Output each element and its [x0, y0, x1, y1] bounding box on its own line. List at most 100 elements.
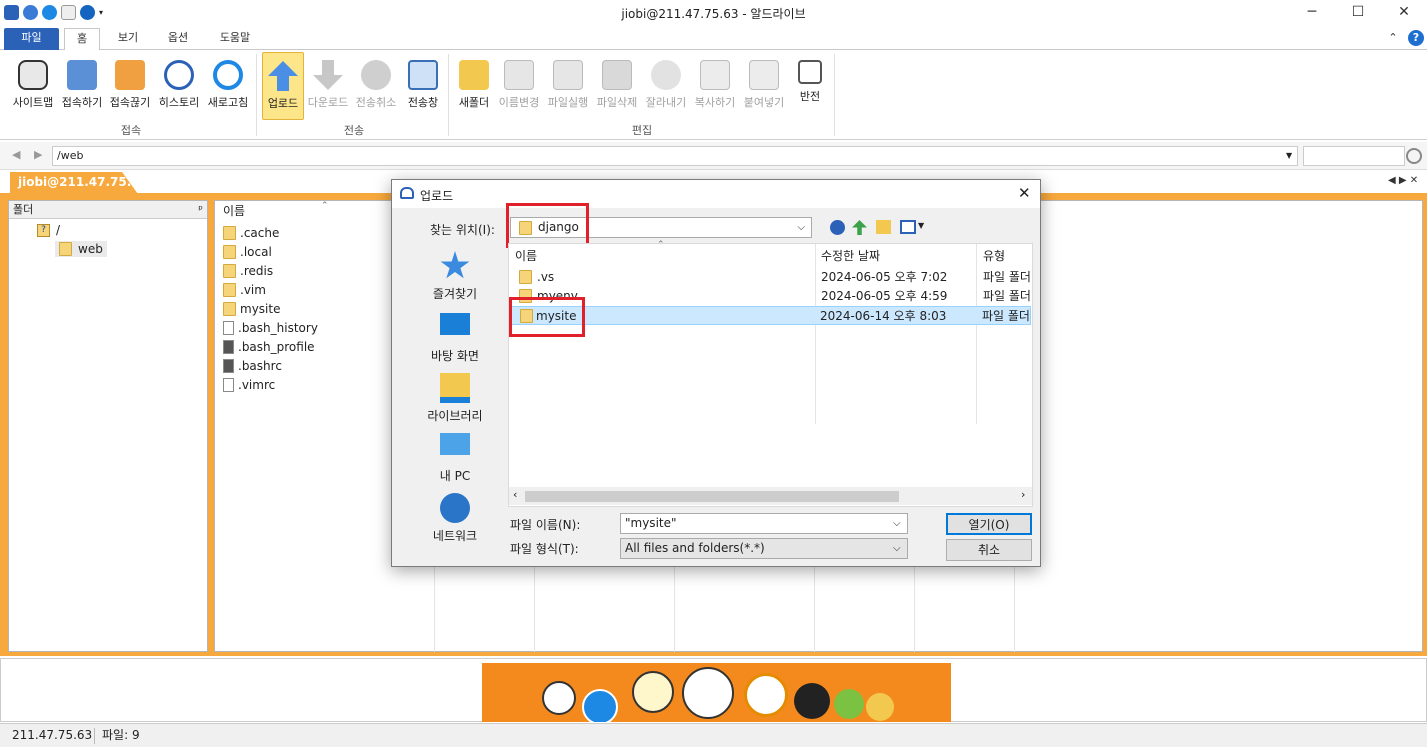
chevron-down-icon: ⌵ — [893, 543, 901, 554]
edit-group-label: 편집 — [631, 124, 653, 137]
file-item-redis[interactable]: .redis — [223, 262, 273, 280]
dialog-close-button[interactable]: ✕ — [1018, 184, 1031, 202]
file-icon — [223, 321, 234, 335]
rename-button[interactable]: 이름변경 — [496, 52, 542, 120]
plug-icon — [67, 60, 97, 90]
transfer-window-button[interactable]: 전송창 — [402, 52, 444, 120]
tree-item-web[interactable]: web — [55, 241, 107, 257]
forward-arrow-icon[interactable]: ▶ — [34, 148, 42, 161]
tab-options[interactable]: 옵션 — [158, 28, 198, 50]
script-file-icon — [223, 359, 234, 373]
view-menu-icon[interactable] — [900, 220, 916, 234]
address-bar: ◀ ▶ /web ▼ — [0, 142, 1427, 170]
paste-icon — [749, 60, 779, 90]
filename-input[interactable]: "mysite" ⌵ — [620, 513, 908, 534]
folder-tree-pane: 폴더 ᵖ ? / web — [8, 200, 208, 652]
computer-icon — [440, 433, 470, 455]
script-file-icon — [223, 340, 234, 354]
col-modified[interactable]: 수정한 날짜 — [821, 247, 880, 264]
tree-root[interactable]: ? / — [37, 223, 60, 237]
tab-view[interactable]: 보기 — [108, 28, 148, 50]
filename-label: 파일 이름(N): — [510, 518, 581, 532]
session-tab[interactable]: jiobi@211.47.75.63 — [10, 172, 138, 194]
up-folder-icon[interactable] — [852, 220, 867, 235]
file-row[interactable]: .vs 2024-06-05 오후 7:02 파일 폴더 — [511, 268, 1031, 287]
new-folder-icon[interactable] — [876, 220, 891, 234]
minimize-button[interactable]: ─ — [1289, 0, 1335, 26]
folder-icon — [223, 302, 236, 316]
scroll-right-icon[interactable]: › — [1021, 488, 1025, 501]
search-input[interactable] — [1303, 146, 1405, 166]
copy-button[interactable]: 복사하기 — [692, 52, 738, 120]
help-icon[interactable]: ? — [1408, 30, 1424, 46]
ad-image[interactable] — [482, 663, 951, 722]
place-desktop[interactable]: 바탕 화면 — [402, 313, 508, 364]
invert-icon — [798, 60, 822, 84]
tab-file[interactable]: 파일 — [4, 28, 59, 50]
path-input[interactable]: /web — [52, 146, 1298, 166]
status-ip: 211.47.75.63 — [12, 728, 93, 742]
connect-button[interactable]: 접속하기 — [58, 52, 106, 120]
file-icon — [223, 378, 234, 392]
upload-button[interactable]: 업로드 — [262, 52, 304, 120]
path-dropdown-icon[interactable]: ▼ — [1286, 151, 1292, 160]
refresh-button[interactable]: 새로고침 — [204, 52, 252, 120]
run-file-button[interactable]: 파일실행 — [544, 52, 592, 120]
paste-button[interactable]: 붙여넣기 — [740, 52, 788, 120]
history-button[interactable]: 히스토리 — [154, 52, 204, 120]
upload-arrow-icon — [268, 61, 298, 91]
open-button[interactable]: 열기(O) — [946, 513, 1032, 535]
place-network[interactable]: 네트워크 — [402, 493, 508, 544]
cloud-icon — [400, 187, 414, 199]
file-item-mysite[interactable]: mysite — [223, 300, 280, 318]
scissors-icon — [651, 60, 681, 90]
file-item-bash-profile[interactable]: .bash_profile — [223, 338, 315, 356]
cancel-transfer-button[interactable]: 전송취소 — [352, 52, 400, 120]
file-row[interactable]: myenv 2024-06-05 오후 4:59 파일 폴더 — [511, 287, 1031, 306]
scroll-thumb[interactable] — [525, 491, 899, 502]
tab-nav-icons[interactable]: ◀ ▶ ✕ — [1388, 175, 1418, 186]
col-name[interactable]: 이름 — [515, 247, 537, 264]
view-dropdown-icon[interactable]: ▼ — [918, 221, 924, 230]
sitemap-button[interactable]: 사이트맵 — [8, 52, 58, 120]
place-libraries[interactable]: 라이브러리 — [402, 373, 508, 424]
rename-icon — [504, 60, 534, 90]
back-icon[interactable] — [830, 220, 845, 235]
status-file-count: 파일: 9 — [102, 728, 140, 742]
folder-icon — [519, 270, 532, 284]
cancel-button[interactable]: 취소 — [946, 539, 1032, 561]
file-item-local[interactable]: .local — [223, 243, 272, 261]
delete-file-button[interactable]: 파일삭제 — [594, 52, 640, 120]
search-icon[interactable] — [1406, 148, 1422, 164]
cut-button[interactable]: 잘라내기 — [642, 52, 690, 120]
ribbon-collapse-icon[interactable]: ⌃ — [1386, 28, 1400, 50]
back-arrow-icon[interactable]: ◀ — [12, 148, 20, 161]
file-row-selected[interactable]: mysite 2024-06-14 오후 8:03 파일 폴더 — [511, 306, 1031, 325]
file-item-vim[interactable]: .vim — [223, 281, 266, 299]
disconnect-button[interactable]: 접속끊기 — [106, 52, 154, 120]
new-folder-button[interactable]: 새폴더 — [454, 52, 494, 120]
invert-button[interactable]: 반전 — [792, 52, 828, 120]
tab-home[interactable]: 홈 — [64, 28, 100, 51]
filetype-select[interactable]: All files and folders(*.*) ⌵ — [620, 538, 908, 559]
horizontal-scrollbar[interactable]: ‹ › — [509, 487, 1032, 505]
pin-icon[interactable]: ᵖ — [198, 201, 203, 218]
download-button[interactable]: 다운로드 — [305, 52, 351, 120]
copy-icon — [700, 60, 730, 90]
places-bar: 즐겨찾기 바탕 화면 라이브러리 내 PC 네트워크 — [402, 243, 508, 563]
file-item-bashrc[interactable]: .bashrc — [223, 357, 282, 375]
scroll-left-icon[interactable]: ‹ — [513, 488, 517, 501]
folder-icon — [59, 242, 72, 256]
tab-help[interactable]: 도움말 — [210, 28, 260, 50]
maximize-button[interactable]: ☐ — [1335, 0, 1381, 26]
col-type[interactable]: 유형 — [983, 247, 1005, 264]
file-item-vimrc[interactable]: .vimrc — [223, 376, 275, 394]
sort-asc-icon: ⌃ — [657, 240, 665, 250]
close-button[interactable]: ✕ — [1381, 0, 1427, 26]
folder-icon — [223, 283, 236, 297]
file-item-bash-history[interactable]: .bash_history — [223, 319, 318, 337]
file-item-cache[interactable]: .cache — [223, 224, 279, 242]
title-bar: ▾ jiobi@211.47.75.63 - 알드라이브 ─ ☐ ✕ — [0, 0, 1427, 26]
place-this-pc[interactable]: 내 PC — [402, 433, 508, 484]
place-favorites[interactable]: 즐겨찾기 — [402, 251, 508, 302]
